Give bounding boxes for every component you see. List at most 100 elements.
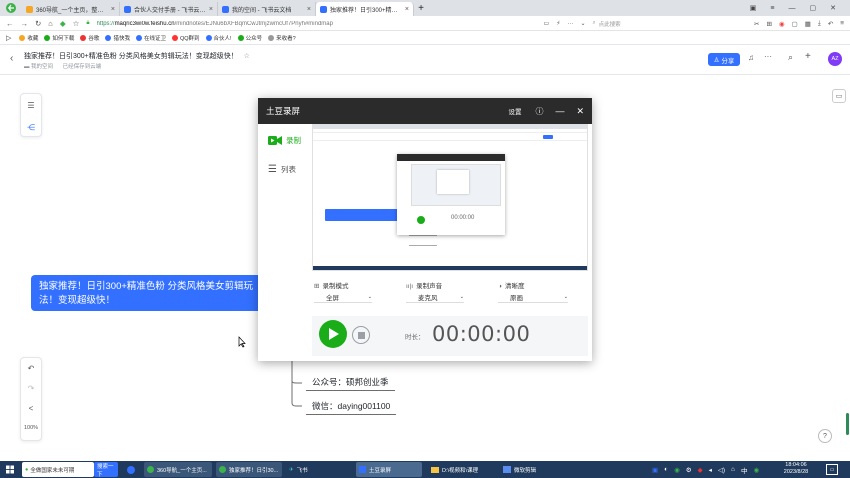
window-icon[interactable]: ▢: [792, 20, 798, 28]
close-icon[interactable]: ✕: [576, 106, 584, 117]
close-icon[interactable]: ×: [405, 6, 409, 13]
taskbar-item-360[interactable]: 360导航_一个主页...: [144, 462, 212, 477]
collapse-icon[interactable]: <: [21, 398, 41, 418]
tab-current-doc[interactable]: 独家推荐！日引300+精准色 ×: [316, 2, 414, 16]
close-icon[interactable]: ×: [307, 6, 311, 13]
minimize-icon[interactable]: —: [789, 5, 796, 12]
mindmap-child-node[interactable]: 公众号：硕邦创业季: [306, 374, 395, 391]
star-icon[interactable]: ☆: [73, 19, 80, 28]
cast-icon[interactable]: ▭: [544, 20, 550, 27]
taskbar-item-recorder[interactable]: 土豆录屏: [356, 462, 422, 477]
mindmap-root-node[interactable]: 独家推荐！日引300+精准色粉 分类风格美女剪辑玩法！变现超级快！: [31, 275, 273, 311]
stop-record-button[interactable]: [352, 326, 370, 344]
zoom-level[interactable]: 100%: [21, 418, 41, 438]
browser-menu-icon[interactable]: ≡: [840, 20, 850, 27]
bookmark-item[interactable]: 如何下载: [44, 34, 74, 42]
lightning-icon[interactable]: ⚡︎: [556, 20, 560, 27]
sidebar-toggle-icon[interactable]: ▷: [6, 34, 11, 42]
taskbar-item-explorer[interactable]: D:\视频和\课理: [428, 462, 496, 477]
taskbar-item-doc[interactable]: 独家推荐！日引30...: [216, 462, 282, 477]
comment-icon[interactable]: ▭: [832, 89, 846, 103]
recorder-nav-list[interactable]: ☰ 列表: [268, 164, 296, 175]
grid-icon[interactable]: ⊞: [766, 20, 771, 28]
maximize-icon[interactable]: ▢: [810, 4, 817, 12]
back-icon[interactable]: ←: [6, 19, 14, 28]
taskbar-item-feishu[interactable]: ✈︎ 飞书: [286, 462, 352, 477]
bookmark-item[interactable]: 来收看?: [268, 34, 296, 42]
address-bar[interactable]: https://maqric3wi0w.feishu.cn/mindnotes/…: [97, 21, 537, 27]
scrollbar[interactable]: [846, 413, 849, 435]
bookmark-item[interactable]: 收藏: [19, 34, 38, 42]
tray-icon[interactable]: ⚙: [686, 466, 692, 474]
more-icon[interactable]: ···: [567, 21, 573, 27]
bookmark-item[interactable]: QQ群到: [171, 34, 200, 42]
bookmark-item[interactable]: 合伙人!: [205, 34, 232, 42]
undo-icon[interactable]: ↶: [828, 20, 833, 28]
taskbar-search-button[interactable]: 搜索一下: [94, 462, 118, 478]
reload-icon[interactable]: ↻: [35, 19, 41, 28]
recorder-title-bar[interactable]: 土豆录屏 设置 ⓘ — ✕: [258, 98, 592, 124]
forward-icon[interactable]: →: [21, 19, 29, 28]
close-icon[interactable]: ×: [209, 6, 213, 13]
menu-icon[interactable]: ▣: [750, 4, 757, 12]
shield-icon[interactable]: ◆: [60, 19, 66, 28]
notification-icon[interactable]: ▭: [826, 464, 838, 475]
taskbar-item-editor[interactable]: 微软剪辑: [500, 462, 566, 477]
volume-icon[interactable]: ◁): [718, 466, 725, 474]
tab-360nav[interactable]: 360导航_一个主页，整个世界 ×: [22, 2, 120, 16]
record-quality-select[interactable]: 原画 ⌄: [498, 291, 568, 303]
taskbar-app-icon[interactable]: [124, 462, 138, 477]
apps-icon[interactable]: ▦: [805, 20, 811, 28]
network-icon[interactable]: ⌂: [731, 466, 735, 473]
breadcrumb-space[interactable]: 我的空间: [31, 64, 53, 70]
tray-icon[interactable]: ▣: [652, 466, 658, 474]
start-record-button[interactable]: [319, 320, 347, 348]
ime-icon[interactable]: 中: [741, 465, 748, 475]
bookmark-item[interactable]: 在线证卫: [135, 34, 166, 42]
tray-icon[interactable]: ◉: [674, 466, 680, 474]
bookmark-item[interactable]: 公众号: [237, 34, 262, 42]
more-icon[interactable]: ···: [764, 52, 772, 61]
taskbar-search[interactable]: ● 全做国家未未可期: [22, 462, 94, 477]
dropdown-icon[interactable]: ⌄: [580, 20, 585, 27]
tray-icon[interactable]: ◐: [664, 466, 668, 473]
recorder-nav-record[interactable]: 录制: [268, 135, 301, 146]
bell-icon[interactable]: ♫: [748, 53, 754, 62]
arrow-icon[interactable]: ◂: [709, 466, 712, 474]
redo-icon[interactable]: ↷: [21, 378, 41, 398]
mindmap-view-icon[interactable]: ⋲: [21, 116, 41, 138]
window-close-icon[interactable]: ✕: [830, 4, 836, 12]
download-icon[interactable]: ⤓: [818, 20, 821, 28]
undo-icon[interactable]: ↶: [21, 358, 41, 378]
search-box[interactable]: ⌕ 点此搜索: [592, 19, 682, 29]
minimize-icon[interactable]: —: [555, 106, 564, 116]
record-mode-select[interactable]: 全屏 ⌄: [314, 291, 372, 303]
tray-icon[interactable]: ◆: [698, 466, 703, 474]
search-icon[interactable]: ⌕: [788, 52, 793, 63]
new-tab-button[interactable]: +: [414, 2, 428, 16]
help-icon[interactable]: ?: [818, 429, 832, 443]
avatar[interactable]: AZ: [828, 52, 842, 66]
help-icon[interactable]: ⓘ: [535, 106, 543, 117]
back-chevron-icon[interactable]: ‹: [10, 53, 13, 64]
star-icon[interactable]: ☆: [244, 53, 250, 60]
recorder-settings-button[interactable]: 设置: [508, 106, 521, 116]
start-button[interactable]: [3, 462, 17, 477]
clock[interactable]: 18:04:06 2023/8/28: [776, 462, 816, 476]
outline-icon[interactable]: ☰: [21, 94, 41, 116]
bookmark-item[interactable]: 谷歌: [80, 34, 99, 42]
bookmark-item[interactable]: 猎快我: [105, 34, 130, 42]
record-audio-select[interactable]: 麦克风 ⌄: [406, 291, 464, 303]
menu-bars-icon[interactable]: ≡: [770, 5, 774, 12]
close-icon[interactable]: ×: [111, 6, 115, 13]
security-icon[interactable]: ◉: [753, 466, 759, 474]
share-button[interactable]: ♙ 分享: [708, 53, 740, 66]
mindmap-child-node[interactable]: 微信：daying001100: [306, 398, 397, 415]
tab-partner-handbook[interactable]: 合伙人交付手册 - 飞书云文档 ×: [120, 2, 218, 16]
tab-my-space[interactable]: 我的空间 - 飞书云文档 ×: [218, 2, 316, 16]
add-icon[interactable]: +: [805, 51, 811, 62]
home-icon[interactable]: ⌂: [48, 19, 53, 28]
doc-title[interactable]: 独家推荐！日引300+精准色粉 分类风格美女剪辑玩法！变现超级快！: [24, 53, 238, 60]
scissors-icon[interactable]: ✂: [754, 20, 759, 28]
game-icon[interactable]: ◉: [779, 20, 785, 28]
